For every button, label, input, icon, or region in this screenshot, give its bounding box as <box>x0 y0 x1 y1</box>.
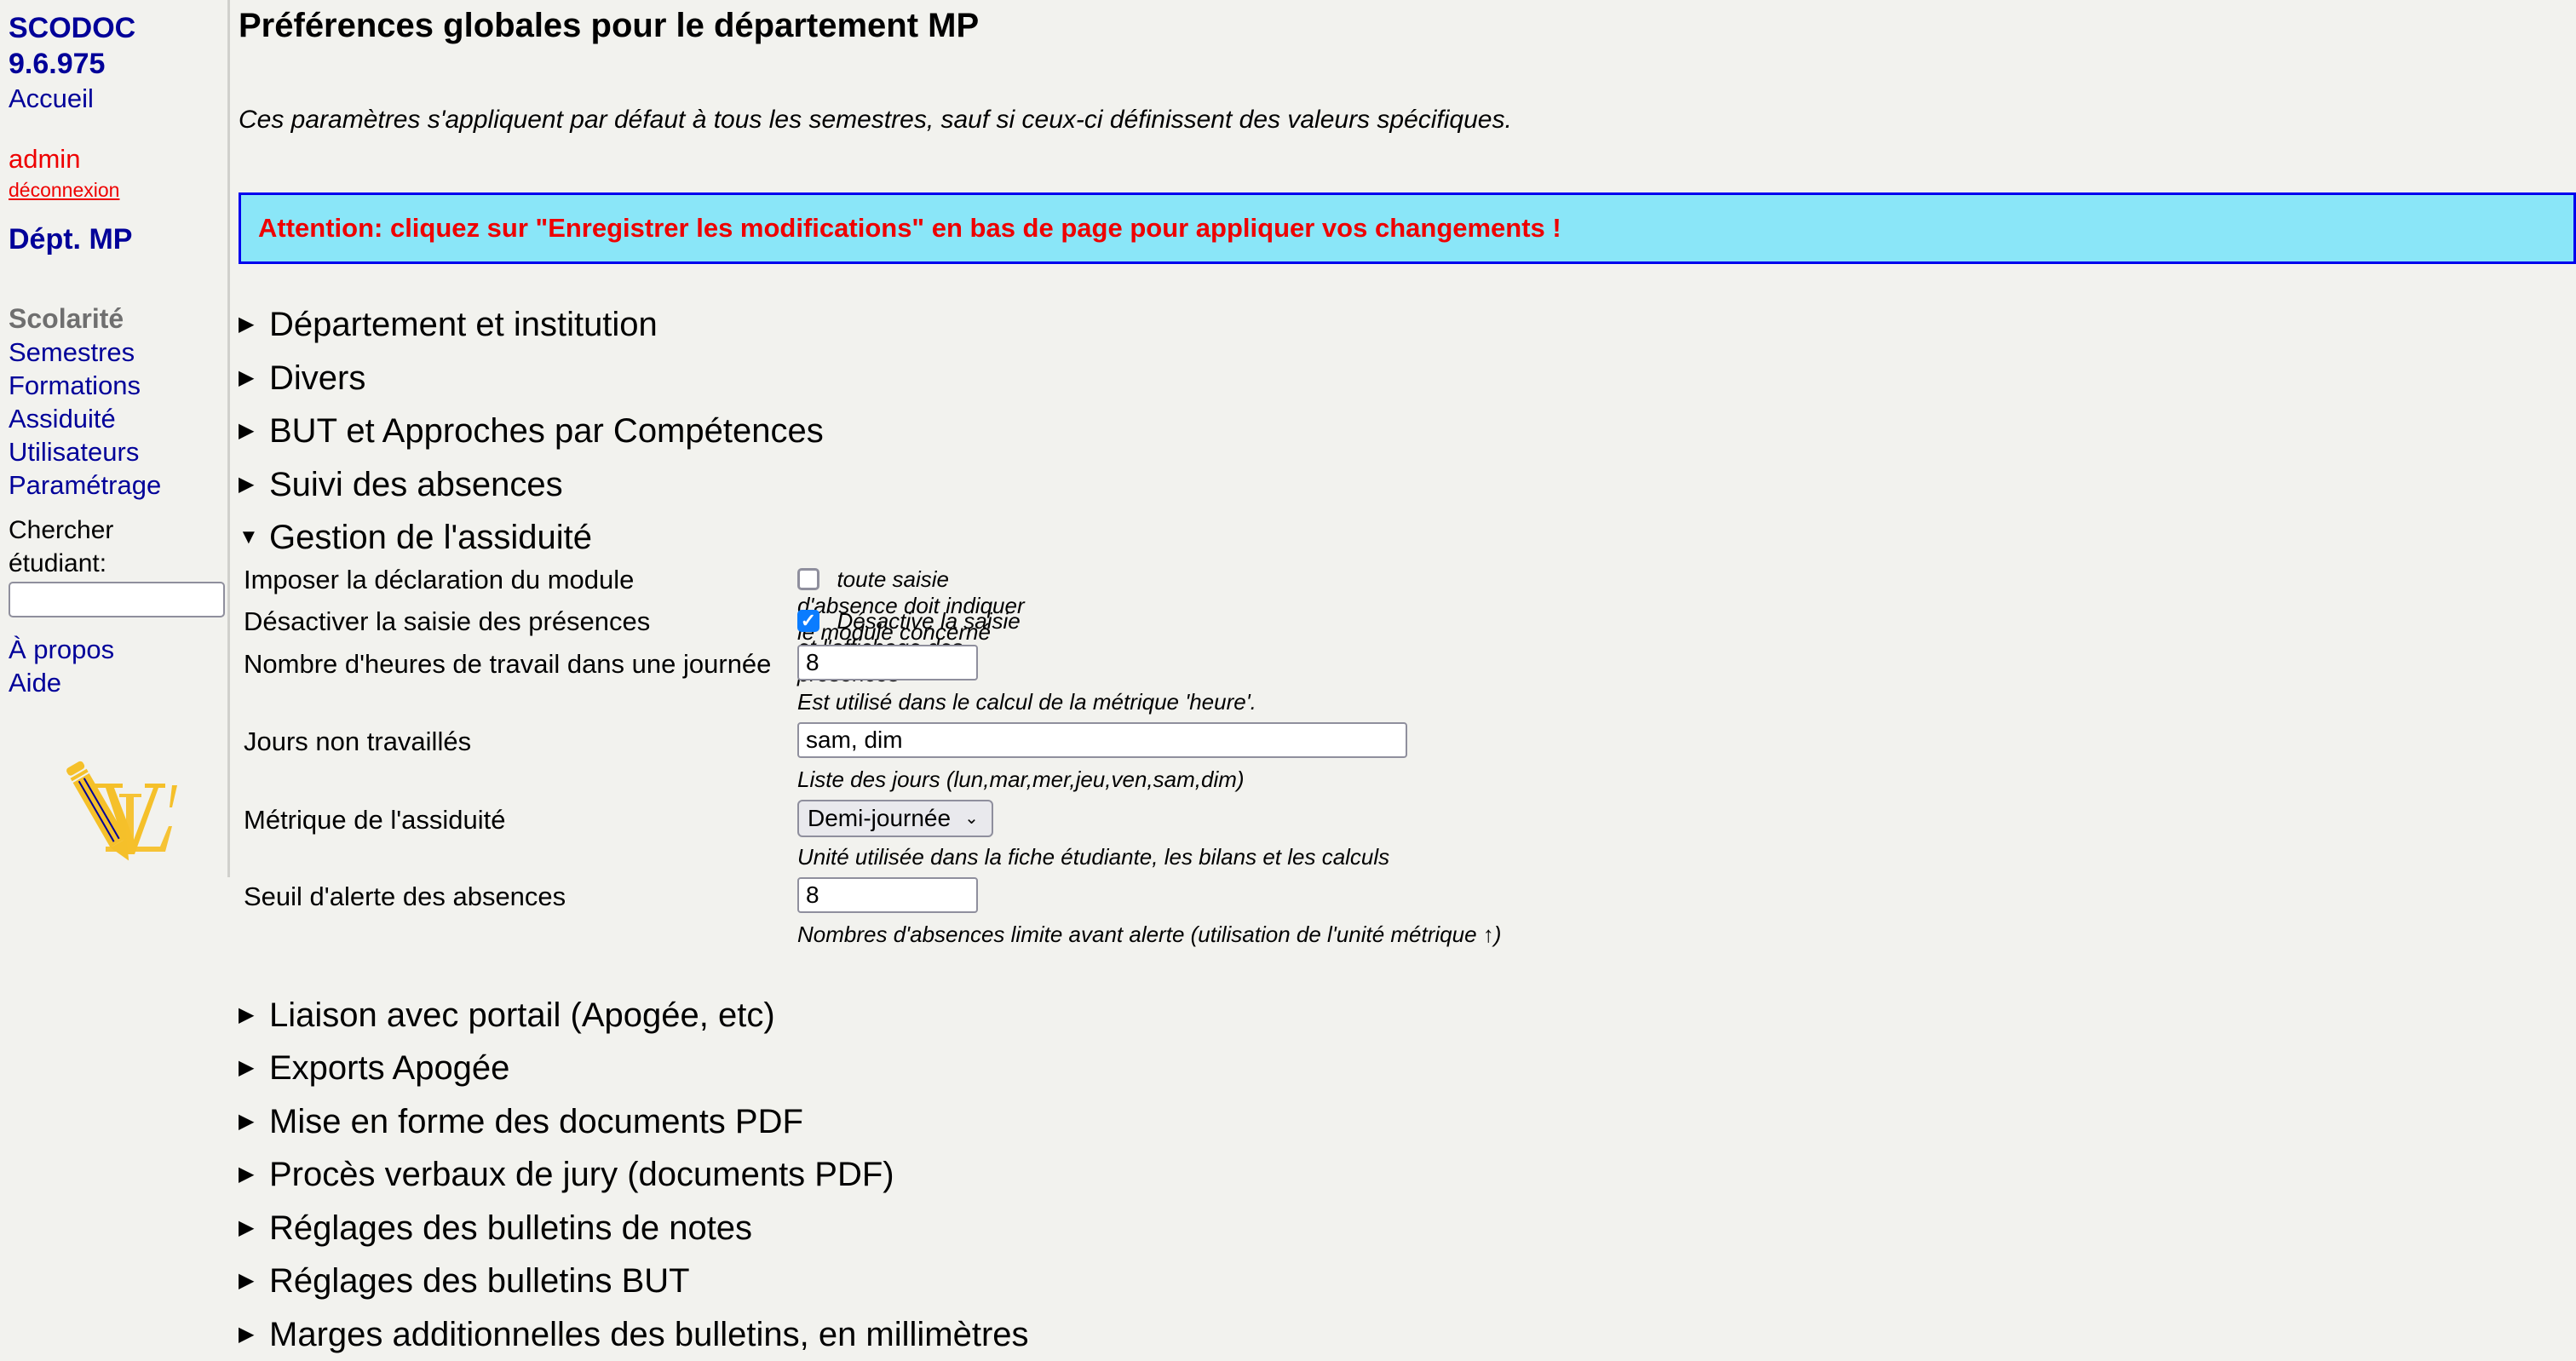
expand-triangle-icon: ▶ <box>239 458 269 512</box>
field-label-threshold: Seuil d'alerte des absences <box>244 881 566 912</box>
section-label: Mise en forme des documents PDF <box>269 1095 803 1149</box>
warning-banner-text: Attention: cliquez sur "Enregistrer les … <box>258 213 1561 244</box>
nav-item-formations[interactable]: Formations <box>9 369 227 402</box>
threshold-help: Nombres d'absences limite avant alerte (… <box>797 922 1501 948</box>
help-link[interactable]: Aide <box>9 666 227 699</box>
search-label-line2: étudiant: <box>9 549 106 577</box>
nav-item-semestres[interactable]: Semestres <box>9 336 227 369</box>
collapse-triangle-icon: ▼ <box>239 511 269 565</box>
expand-triangle-icon: ▶ <box>239 1148 269 1202</box>
section-label: Gestion de l'assiduité <box>269 511 592 565</box>
home-link[interactable]: Accueil <box>9 82 227 115</box>
expand-triangle-icon: ▶ <box>239 298 269 352</box>
department-link[interactable]: Dépt. MP <box>9 221 227 257</box>
section-marges-bulletins[interactable]: ▶ Marges additionnelles des bulletins, e… <box>239 1308 1029 1361</box>
field-label-module: Imposer la déclaration du module <box>244 565 634 595</box>
absence-threshold-input[interactable] <box>797 877 978 913</box>
field-label-metric: Métrique de l'assiduité <box>244 805 505 836</box>
field-label-days-off: Jours non travaillés <box>244 726 471 757</box>
disable-presences-checkbox[interactable]: ✓ <box>797 610 819 632</box>
field-label-presences: Désactiver la saisie des présences <box>244 606 650 637</box>
metric-selected-value: Demi-journée <box>808 805 951 832</box>
section-label: Réglages des bulletins BUT <box>269 1255 690 1308</box>
chevron-down-icon: ⌄ <box>964 807 979 829</box>
metric-select[interactable]: Demi-journée ⌄ <box>797 800 993 837</box>
nav-item-assiduite[interactable]: Assiduité <box>9 402 227 435</box>
sidebar: SCODOC 9.6.975 Accueil admin déconnexion… <box>0 0 230 877</box>
field-label-hours: Nombre d'heures de travail dans une jour… <box>244 649 771 680</box>
section-label: Suivi des absences <box>269 458 563 512</box>
page-description: Ces paramètres s'appliquent par défaut à… <box>239 106 1512 135</box>
expand-triangle-icon: ▶ <box>239 1202 269 1255</box>
section-label: BUT et Approches par Compétences <box>269 405 824 458</box>
section-exports-apogee[interactable]: ▶ Exports Apogée <box>239 1042 1029 1095</box>
section-divers[interactable]: ▶ Divers <box>239 352 1029 405</box>
section-departement-institution[interactable]: ▶ Département et institution <box>239 298 1029 352</box>
expand-triangle-icon: ▶ <box>239 1095 269 1149</box>
expand-triangle-icon: ▶ <box>239 1255 269 1308</box>
nav-item-utilisateurs[interactable]: Utilisateurs <box>9 435 227 468</box>
brand-name[interactable]: SCODOC <box>9 10 227 46</box>
module-required-checkbox[interactable] <box>797 568 819 590</box>
section-gestion-assiduite[interactable]: ▼ Gestion de l'assiduité <box>239 511 1029 565</box>
section-label: Département et institution <box>269 298 658 352</box>
section-label: Divers <box>269 352 365 405</box>
section-label: Exports Apogée <box>269 1042 509 1095</box>
hours-help: Est utilisé dans le calcul de la métriqu… <box>797 689 1256 715</box>
section-but-apc[interactable]: ▶ BUT et Approches par Compétences <box>239 405 1029 458</box>
search-label: Chercher étudiant: <box>9 514 227 580</box>
section-mise-en-forme-pdf[interactable]: ▶ Mise en forme des documents PDF <box>239 1095 1029 1149</box>
check-icon: ✓ <box>801 610 816 631</box>
pencil-logo-icon <box>53 748 181 876</box>
nav-item-parametrage[interactable]: Paramétrage <box>9 468 227 502</box>
expand-triangle-icon: ▶ <box>239 1308 269 1361</box>
section-bulletins-notes[interactable]: ▶ Réglages des bulletins de notes <box>239 1202 1029 1255</box>
logout-link[interactable]: déconnexion <box>9 177 227 203</box>
user-name: admin <box>9 142 227 175</box>
search-label-line1: Chercher <box>9 516 113 544</box>
warning-banner: Attention: cliquez sur "Enregistrer les … <box>239 192 2576 264</box>
days-off-help: Liste des jours (lun,mar,mer,jeu,ven,sam… <box>797 767 1245 793</box>
section-bulletins-but[interactable]: ▶ Réglages des bulletins BUT <box>239 1255 1029 1308</box>
section-label: Réglages des bulletins de notes <box>269 1202 752 1255</box>
section-suivi-absences[interactable]: ▶ Suivi des absences <box>239 458 1029 512</box>
hours-per-day-input[interactable] <box>797 645 978 680</box>
about-link[interactable]: À propos <box>9 633 227 666</box>
page-title: Préférences globales pour le département… <box>239 7 979 45</box>
nav-section-title: Scolarité <box>9 301 227 336</box>
expand-triangle-icon: ▶ <box>239 352 269 405</box>
days-off-input[interactable] <box>797 722 1407 758</box>
preference-sections: ▶ Département et institution ▶ Divers ▶ … <box>239 298 1029 1361</box>
assiduite-form: Imposer la déclaration du module toute s… <box>239 565 1029 1008</box>
student-search-input[interactable] <box>9 582 225 617</box>
section-proces-verbaux[interactable]: ▶ Procès verbaux de jury (documents PDF) <box>239 1148 1029 1202</box>
expand-triangle-icon: ▶ <box>239 1042 269 1095</box>
section-label: Marges additionnelles des bulletins, en … <box>269 1308 1029 1361</box>
expand-triangle-icon: ▶ <box>239 405 269 458</box>
section-label: Procès verbaux de jury (documents PDF) <box>269 1148 894 1202</box>
brand-version[interactable]: 9.6.975 <box>9 46 227 82</box>
metric-help: Unité utilisée dans la fiche étudiante, … <box>797 844 1389 870</box>
